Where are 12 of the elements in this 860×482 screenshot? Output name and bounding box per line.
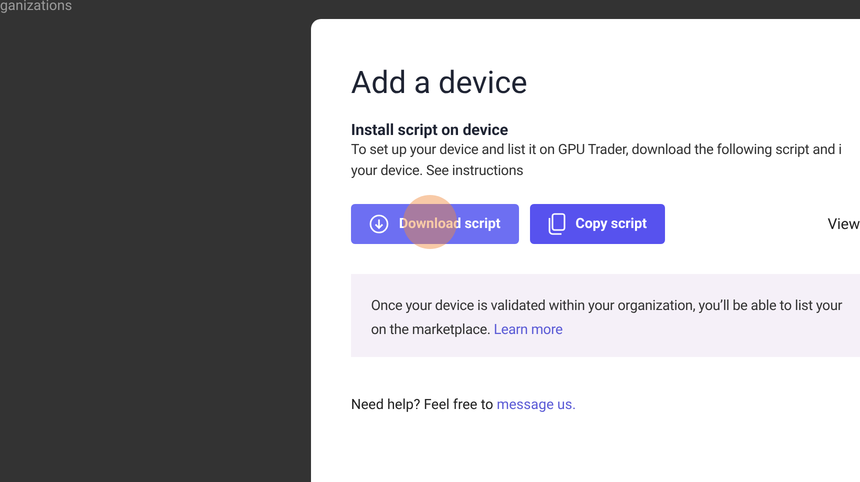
description-text: To set up your device and list it on GPU Trader, download the following script and i your device. See instructions: [351, 141, 842, 181]
message-us-link[interactable]: message us.: [496, 397, 576, 413]
help-text: Need help? Feel free to message us.: [351, 396, 576, 415]
dialog-title: Add a device: [351, 63, 528, 103]
download-icon: [369, 214, 389, 234]
copy-button[interactable]: Copy script: [530, 204, 665, 244]
info-text: Once your device is validated within your organization, you’ll be able to list your on the marketplace. Learn more: [371, 297, 842, 340]
background-text: ganizations: [0, 0, 72, 16]
section-title: Install script on device: [351, 120, 508, 140]
copy-icon: [548, 213, 566, 235]
view-link[interactable]: View: [828, 212, 860, 236]
learn-more-link[interactable]: Learn more: [494, 322, 563, 338]
